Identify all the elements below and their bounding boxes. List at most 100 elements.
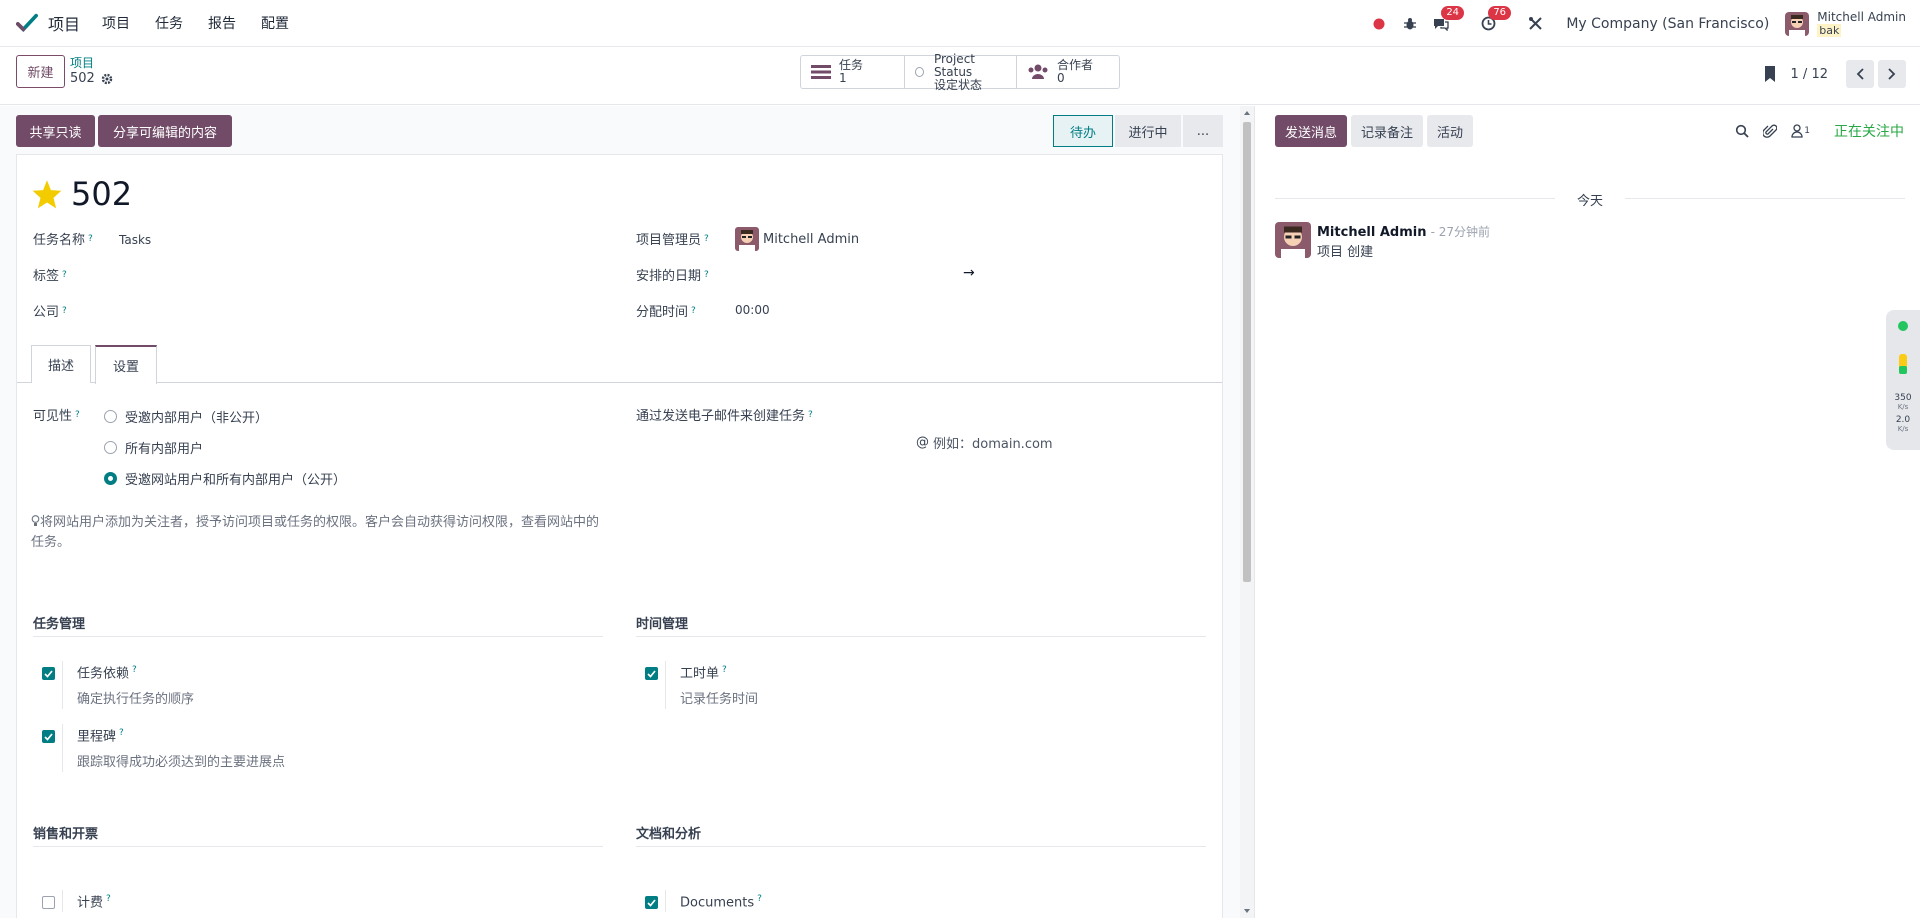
- help-icon[interactable]: ?: [808, 410, 813, 420]
- form-tabs: 描述 设置: [17, 345, 1222, 384]
- dependencies-checkbox[interactable]: [42, 667, 55, 680]
- gear-icon[interactable]: [101, 73, 113, 85]
- stage-todo[interactable]: 待办: [1053, 115, 1113, 147]
- task-name-value[interactable]: Tasks: [119, 233, 151, 247]
- bookmark-icon[interactable]: [1763, 65, 1777, 83]
- help-icon[interactable]: ?: [704, 270, 709, 280]
- collaborators-button[interactable]: 合作者 0: [1017, 56, 1119, 88]
- search-icon[interactable]: [1735, 124, 1749, 138]
- user-avatar: [1785, 11, 1810, 36]
- upload-unit: K/s: [1897, 403, 1909, 411]
- tab-description[interactable]: 描述: [31, 345, 91, 383]
- project-manager-value[interactable]: Mitchell Admin: [735, 227, 859, 251]
- activities-button[interactable]: 活动: [1427, 115, 1474, 147]
- followers-button[interactable]: 1: [1791, 124, 1810, 138]
- record-title: 502: [31, 175, 132, 213]
- network-speed-widget: 350 K/s 2.0 K/s: [1886, 310, 1920, 450]
- top-navbar: 项目 项目 任务 报告 配置 24 76 My Company (San Fra…: [0, 0, 1920, 47]
- section-documents-analytics: 文档和分析: [636, 823, 1206, 847]
- project-status-button[interactable]: Project Status 设定状态: [905, 52, 1017, 91]
- section-time-management: 时间管理: [636, 613, 1206, 637]
- messages-icon[interactable]: 24: [1431, 5, 1465, 34]
- download-speed: 2.0: [1895, 415, 1911, 425]
- documents-checkbox[interactable]: [645, 896, 658, 909]
- chevron-right-icon: [1888, 68, 1896, 80]
- scrollbar-thumb[interactable]: [1243, 122, 1251, 582]
- scroll-up-icon[interactable]: [1240, 108, 1254, 118]
- breadcrumb-current: 502: [70, 71, 95, 86]
- menu-tasks[interactable]: 任务: [155, 13, 183, 33]
- help-icon[interactable]: ?: [75, 410, 80, 420]
- company-switcher[interactable]: My Company (San Francisco): [1566, 16, 1769, 32]
- message-author-avatar[interactable]: [1275, 222, 1311, 258]
- planned-date-label: 安排的日期: [636, 269, 702, 284]
- radio-button[interactable]: [104, 472, 117, 485]
- radio-label: 所有内部用户: [125, 442, 204, 457]
- user-menu[interactable]: Mitchell Admin bak: [1785, 10, 1906, 37]
- message-author[interactable]: Mitchell Admin: [1317, 225, 1426, 240]
- chatter-message: Mitchell Admin - 27分钟前 项目 创建: [1275, 222, 1490, 263]
- activities-icon[interactable]: 76: [1478, 5, 1512, 34]
- menu-reporting[interactable]: 报告: [208, 13, 236, 33]
- app-brand[interactable]: 项目: [16, 11, 80, 35]
- new-button[interactable]: 新建: [16, 55, 65, 88]
- help-icon[interactable]: ?: [722, 665, 727, 675]
- help-icon[interactable]: ?: [62, 270, 67, 280]
- log-note-button[interactable]: 记录备注: [1351, 115, 1424, 147]
- billable-checkbox[interactable]: [42, 896, 55, 909]
- stage-in-progress[interactable]: 进行中: [1115, 115, 1181, 147]
- star-icon[interactable]: [31, 179, 63, 209]
- tags-label: 标签: [33, 269, 60, 284]
- tools-icon[interactable]: [1525, 14, 1545, 34]
- project-manager-name: Mitchell Admin: [763, 231, 860, 247]
- send-message-button[interactable]: 发送消息: [1275, 115, 1348, 147]
- tasks-smart-button[interactable]: 任务 1: [801, 56, 905, 88]
- email-alias-input[interactable]: @ 例如：domain.com: [916, 433, 1053, 452]
- share-readonly-button[interactable]: 共享只读: [16, 115, 95, 147]
- paperclip-icon[interactable]: [1763, 124, 1778, 139]
- help-icon[interactable]: ?: [88, 234, 93, 244]
- radio-button[interactable]: [104, 410, 117, 423]
- share-editable-button[interactable]: 分享可编辑的内容: [98, 115, 232, 147]
- breadcrumb-parent[interactable]: 项目: [70, 55, 113, 71]
- visibility-hint-text: 将网站用户添加为关注者，授予访问项目或任务的权限。客户会自动获得访问权限，查看网…: [31, 515, 600, 550]
- visibility-option-invited-internal[interactable]: 受邀内部用户（非公开）: [104, 407, 268, 426]
- activities-badge: 76: [1488, 5, 1512, 20]
- timesheets-checkbox[interactable]: [645, 667, 658, 680]
- chevron-left-icon: [1856, 68, 1864, 80]
- pager-previous-button[interactable]: [1846, 60, 1874, 88]
- help-icon[interactable]: ?: [119, 728, 124, 738]
- help-icon[interactable]: ?: [132, 665, 137, 675]
- date-range-arrow: →: [963, 265, 975, 281]
- section-task-management: 任务管理: [33, 613, 603, 637]
- help-icon[interactable]: ?: [106, 894, 111, 904]
- visibility-option-public[interactable]: 受邀网站用户和所有内部用户（公开）: [104, 469, 346, 488]
- stage-more[interactable]: ...: [1183, 115, 1223, 147]
- timesheets-option: 工时单? 记录任务时间: [665, 661, 758, 710]
- help-icon[interactable]: ?: [691, 306, 696, 316]
- project-name[interactable]: 502: [71, 175, 132, 213]
- pager-value[interactable]: 1 / 12: [1791, 67, 1828, 82]
- allocated-time-value[interactable]: 00:00: [735, 303, 770, 317]
- form-scrollbar[interactable]: [1240, 106, 1254, 918]
- project-status-value: 设定状态: [933, 77, 982, 92]
- lightbulb-icon: [31, 515, 40, 526]
- dependencies-title: 任务依赖: [77, 666, 130, 682]
- scroll-down-icon[interactable]: [1240, 906, 1254, 916]
- help-icon[interactable]: ?: [757, 894, 762, 904]
- tab-settings[interactable]: 设置: [95, 345, 157, 384]
- section-sales-invoicing: 销售和开票: [33, 823, 603, 847]
- task-name-label: 任务名称: [33, 233, 86, 248]
- bug-icon[interactable]: [1400, 14, 1420, 34]
- pager-next-button[interactable]: [1878, 60, 1906, 88]
- visibility-option-all-internal[interactable]: 所有内部用户: [104, 438, 203, 457]
- menu-projects[interactable]: 项目: [102, 13, 130, 33]
- record-icon[interactable]: [1369, 14, 1389, 34]
- menu-configuration[interactable]: 配置: [261, 13, 289, 33]
- following-button[interactable]: 正在关注中: [1834, 121, 1904, 141]
- radio-button[interactable]: [104, 441, 117, 454]
- milestones-checkbox[interactable]: [42, 730, 55, 743]
- database-name: bak: [1817, 23, 1842, 37]
- help-icon[interactable]: ?: [62, 306, 67, 316]
- help-icon[interactable]: ?: [704, 234, 709, 244]
